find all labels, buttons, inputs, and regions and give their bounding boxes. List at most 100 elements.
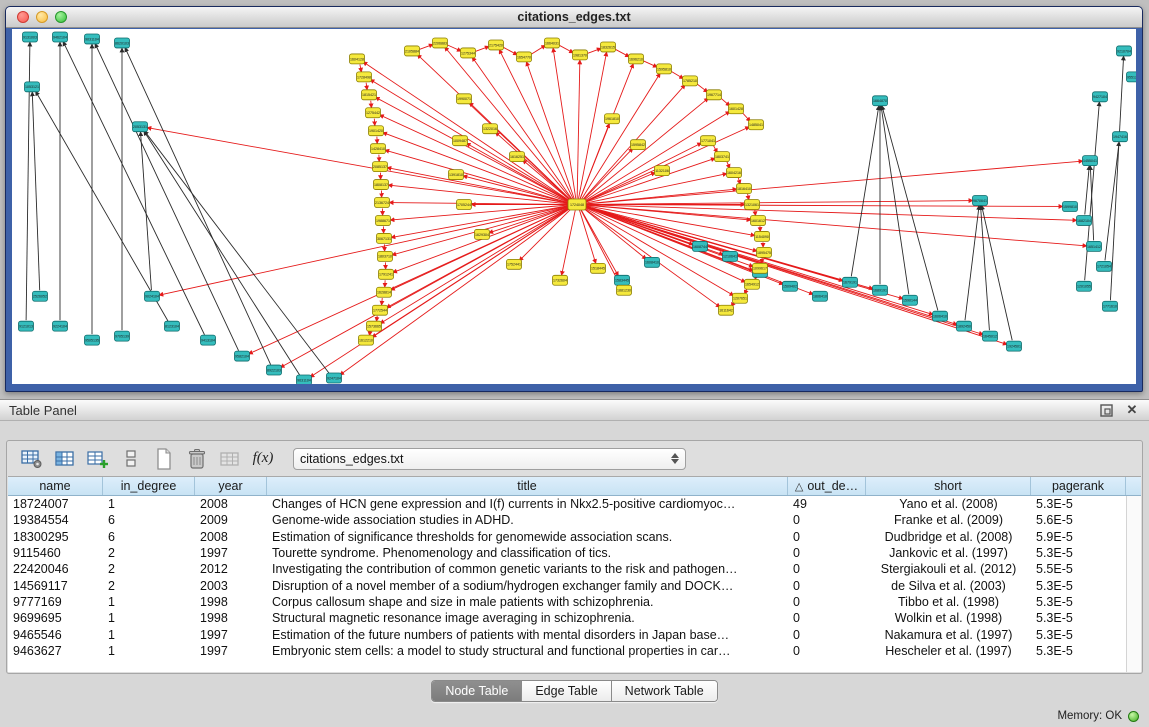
- cell-pagerank[interactable]: 5.3E-5: [1031, 610, 1126, 626]
- table-row[interactable]: 1872400712008Changes of HCN gene express…: [8, 496, 1126, 512]
- graph-node[interactable]: 1988671: [376, 215, 391, 225]
- cell-year[interactable]: 1997: [195, 626, 267, 642]
- cell-title[interactable]: Embryonic stem cells: a model to study s…: [267, 643, 788, 659]
- table-row[interactable]: 977716911998Corpus callosum shape and si…: [8, 594, 1126, 610]
- cell-short[interactable]: Hescheler et al. (1997): [866, 643, 1031, 659]
- cell-year[interactable]: 2008: [195, 496, 267, 512]
- float-panel-icon[interactable]: [1098, 402, 1114, 418]
- graph-node[interactable]: 1485041: [749, 120, 764, 130]
- graph-node[interactable]: 1705244: [457, 200, 472, 210]
- graph-node[interactable]: 1808137: [374, 180, 389, 190]
- column-header-short[interactable]: short: [866, 477, 1031, 495]
- graph-node[interactable]: 1696210: [629, 54, 644, 64]
- graph-node[interactable]: 9631104: [297, 375, 312, 384]
- graph-node[interactable]: 1428410: [371, 144, 386, 154]
- column-header-in_degree[interactable]: in_degree: [103, 477, 195, 495]
- cell-short[interactable]: Yano et al. (2008): [866, 496, 1031, 512]
- graph-node[interactable]: 1961810: [605, 114, 620, 124]
- table-mode-button[interactable]: [19, 446, 45, 472]
- cell-title[interactable]: Disruption of a novel member of a sodium…: [267, 577, 788, 593]
- graph-node[interactable]: 1895475: [757, 247, 772, 257]
- graph-node[interactable]: 1275442: [366, 108, 381, 118]
- cell-out_de[interactable]: 0: [788, 610, 866, 626]
- graph-node[interactable]: 9462104: [53, 32, 68, 42]
- graph-node[interactable]: 1645012: [983, 331, 998, 341]
- cell-in_degree[interactable]: 2: [103, 545, 195, 561]
- cell-year[interactable]: 1998: [195, 594, 267, 610]
- create-column-button[interactable]: [85, 446, 111, 472]
- cell-short[interactable]: Wolkin et al. (1998): [866, 610, 1031, 626]
- graph-node[interactable]: 1391810: [449, 170, 464, 180]
- graph-node[interactable]: 2206883: [433, 38, 448, 48]
- network-canvas[interactable]: 9131003946210490311048620103105312120531…: [12, 29, 1136, 384]
- cell-name[interactable]: 14569117: [8, 577, 103, 593]
- graph-node[interactable]: 1881230: [617, 285, 632, 295]
- graph-node[interactable]: 1967714: [707, 90, 722, 100]
- graph-node[interactable]: 9131003: [23, 32, 38, 42]
- cell-pagerank[interactable]: 5.3E-5: [1031, 626, 1126, 642]
- graph-node[interactable]: 1724048: [568, 199, 586, 210]
- graph-node[interactable]: 1947416: [1113, 132, 1128, 142]
- graph-node[interactable]: 1990071: [457, 94, 472, 104]
- column-header-title[interactable]: title: [267, 477, 788, 495]
- cell-in_degree[interactable]: 2: [103, 561, 195, 577]
- cell-in_degree[interactable]: 6: [103, 512, 195, 528]
- show-columns-button[interactable]: [52, 446, 78, 472]
- graph-node[interactable]: 1654770: [517, 52, 532, 62]
- graph-node[interactable]: 9551204: [1127, 72, 1137, 82]
- cell-year[interactable]: 2012: [195, 561, 267, 577]
- cell-pagerank[interactable]: 5.3E-5: [1031, 496, 1126, 512]
- graph-node[interactable]: 1664031: [545, 38, 560, 48]
- tab-network-table[interactable]: Network Table: [612, 681, 717, 701]
- cell-title[interactable]: Estimation of significance thresholds fo…: [267, 529, 788, 545]
- graph-node[interactable]: 1721054: [1097, 261, 1112, 271]
- graph-node[interactable]: 1595810: [657, 64, 672, 74]
- cell-out_de[interactable]: 0: [788, 577, 866, 593]
- graph-node[interactable]: 1606410: [933, 311, 948, 321]
- cell-pagerank[interactable]: 5.3E-5: [1031, 577, 1126, 593]
- tab-node-table[interactable]: Node Table: [432, 681, 522, 701]
- cell-out_de[interactable]: 0: [788, 626, 866, 642]
- cell-year[interactable]: 2003: [195, 577, 267, 593]
- graph-node[interactable]: 1590144: [903, 295, 918, 305]
- graph-node[interactable]: 1628814: [377, 287, 392, 297]
- column-header-year[interactable]: year: [195, 477, 267, 495]
- graph-node[interactable]: 2526052: [33, 291, 48, 301]
- cell-pagerank[interactable]: 5.3E-5: [1031, 545, 1126, 561]
- graph-node[interactable]: 1771610: [1103, 301, 1118, 311]
- cell-pagerank[interactable]: 5.9E-5: [1031, 529, 1126, 545]
- memory-status-indicator[interactable]: [1128, 711, 1139, 722]
- graph-node[interactable]: 1604216: [727, 168, 742, 178]
- cell-short[interactable]: Stergiakouli et al. (2012): [866, 561, 1031, 577]
- table-row[interactable]: 946362711997Embryonic stem cells: a mode…: [8, 643, 1126, 659]
- graph-node[interactable]: 1201055: [1077, 281, 1092, 291]
- graph-node[interactable]: 1771041: [701, 136, 716, 146]
- graph-node[interactable]: 8123104: [165, 321, 180, 331]
- graph-node[interactable]: 1608744: [693, 241, 708, 251]
- cell-title[interactable]: Tourette syndrome. Phenomenology and cla…: [267, 545, 788, 561]
- cell-title[interactable]: Estimation of the future numbers of pati…: [267, 626, 788, 642]
- graph-node[interactable]: 9505135: [85, 335, 100, 345]
- graph-node[interactable]: 1901420: [369, 126, 384, 136]
- graph-node[interactable]: 1728498: [357, 72, 372, 82]
- cell-out_de[interactable]: 0: [788, 643, 866, 659]
- graph-node[interactable]: 1791241: [379, 269, 394, 279]
- graph-node[interactable]: 1009487: [453, 136, 468, 146]
- vertical-scrollbar[interactable]: [1126, 496, 1141, 672]
- graph-node[interactable]: 8620103: [115, 38, 130, 48]
- cell-name[interactable]: 9699695: [8, 610, 103, 626]
- graph-node[interactable]: 1601612: [751, 215, 766, 225]
- graph-node[interactable]: 1611642: [719, 305, 734, 315]
- network-canvas-area[interactable]: 9131003946210490311048620103105312120531…: [12, 29, 1136, 384]
- graph-node[interactable]: 1679191: [843, 277, 858, 287]
- graph-node[interactable]: 1682104: [1077, 215, 1092, 225]
- cell-out_de[interactable]: 0: [788, 594, 866, 610]
- graph-node[interactable]: 1583445: [615, 275, 630, 285]
- graph-node[interactable]: 9705139: [115, 331, 130, 341]
- graph-node[interactable]: 1573665: [367, 321, 382, 331]
- column-header-out_de[interactable]: △out_de…: [788, 477, 866, 495]
- import-table-button[interactable]: [217, 446, 243, 472]
- table-row[interactable]: 1830029562008Estimation of significance …: [8, 529, 1126, 545]
- cell-out_de[interactable]: 49: [788, 496, 866, 512]
- cell-name[interactable]: 9465546: [8, 626, 103, 642]
